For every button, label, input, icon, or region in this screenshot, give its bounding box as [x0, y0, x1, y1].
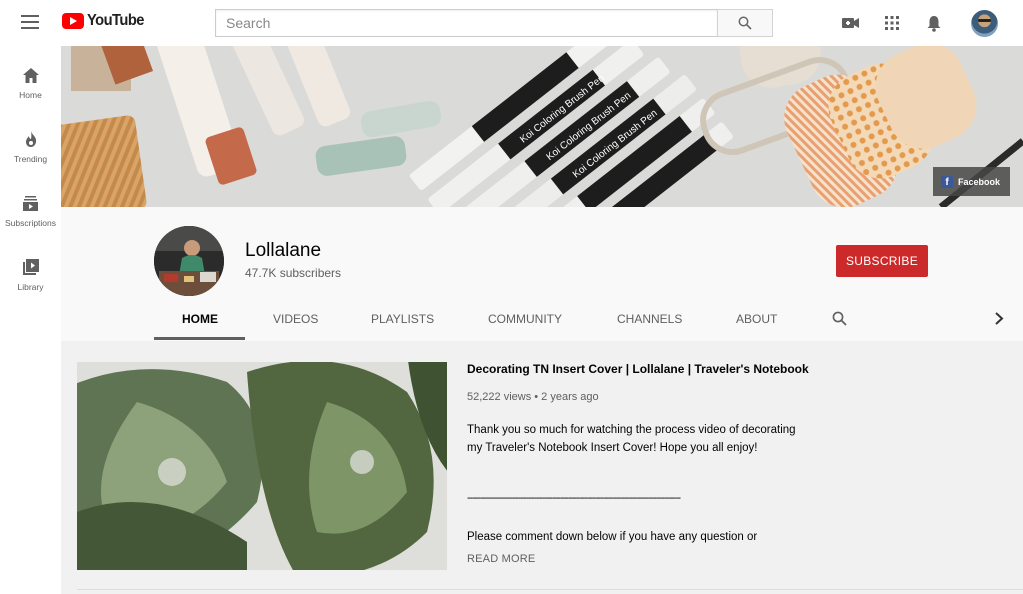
menu-icon[interactable]	[21, 15, 39, 29]
home-icon	[22, 66, 40, 84]
featured-video-meta: 52,222 views • 2 years ago	[467, 391, 599, 403]
youtube-logo[interactable]: YouTube	[62, 12, 149, 30]
sidebar: Home Trending Subscriptions Library	[0, 46, 61, 594]
tab-about[interactable]: ABOUT	[736, 312, 777, 326]
tab-videos[interactable]: VIDEOS	[273, 312, 318, 326]
channel-search-icon[interactable]	[832, 311, 847, 331]
account-avatar[interactable]	[971, 10, 998, 37]
top-bar: YouTube	[0, 0, 1023, 46]
subscriptions-icon	[22, 194, 40, 212]
sidebar-item-label: Home	[19, 90, 42, 100]
search-button[interactable]	[717, 9, 773, 37]
search-bar	[215, 9, 773, 37]
sidebar-item-home[interactable]: Home	[0, 46, 61, 110]
tab-channels[interactable]: CHANNELS	[617, 312, 682, 326]
section-divider	[77, 589, 1023, 590]
sidebar-item-label: Library	[17, 282, 44, 292]
facebook-link[interactable]: f Facebook	[933, 167, 1010, 196]
channel-avatar[interactable]	[154, 226, 224, 296]
sidebar-item-label: Trending	[13, 154, 48, 164]
library-icon	[22, 258, 40, 276]
channel-name: Lollalane	[245, 240, 322, 261]
notifications-bell-icon[interactable]	[924, 13, 944, 33]
upload-video-icon[interactable]	[841, 13, 861, 33]
search-icon	[738, 16, 752, 30]
banner-art: Koi Coloring Brush Pen Koi Coloring Brus…	[61, 46, 1023, 207]
sidebar-item-library[interactable]: Library	[0, 238, 61, 302]
channel-banner: Koi Coloring Brush Pen Koi Coloring Brus…	[61, 46, 1023, 207]
youtube-play-icon	[62, 13, 84, 29]
featured-video-description-more: Please comment down below if you have an…	[467, 531, 758, 543]
subscriber-count: 47.7K subscribers	[245, 266, 342, 280]
description-separator: ----------------------------------------…	[467, 492, 681, 504]
subscribe-button[interactable]: SUBSCRIBE	[836, 245, 928, 277]
sidebar-item-trending[interactable]: Trending	[0, 110, 61, 174]
sidebar-item-subscriptions[interactable]: Subscriptions	[0, 174, 61, 238]
fire-icon	[22, 130, 40, 148]
chevron-right-icon[interactable]	[993, 311, 1005, 331]
tab-playlists[interactable]: PLAYLISTS	[371, 312, 434, 326]
logo-text: YouTube	[87, 12, 144, 29]
featured-video-title[interactable]: Decorating TN Insert Cover | Lollalane |…	[467, 362, 809, 376]
featured-video-thumbnail[interactable]	[77, 362, 447, 570]
apps-grid-icon[interactable]	[882, 13, 902, 33]
active-tab-indicator	[154, 337, 245, 340]
search-input[interactable]	[215, 9, 717, 37]
featured-video-description: Thank you so much for watching the proce…	[467, 424, 796, 454]
facebook-icon: f	[941, 175, 953, 188]
read-more-link[interactable]: READ MORE	[467, 553, 535, 565]
tab-home[interactable]: HOME	[182, 312, 218, 326]
sidebar-item-label: Subscriptions	[4, 218, 57, 228]
facebook-link-label: Facebook	[958, 176, 1001, 187]
tab-community[interactable]: COMMUNITY	[488, 312, 562, 326]
